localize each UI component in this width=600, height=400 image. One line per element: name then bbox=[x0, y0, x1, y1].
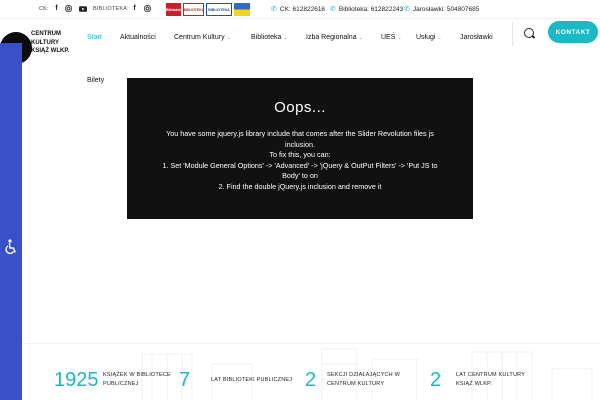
top-bar: CK: f BIBLIOTEKA: f Bibliotek BIBLIOTEKA… bbox=[0, 0, 600, 19]
chevron-down-icon: ⌄ bbox=[358, 34, 363, 41]
partner-logo[interactable]: BIBLIOTEKA bbox=[206, 3, 232, 16]
stats-section: 1925 KSIĄŻEK W BIBLIOTECE PUBLICZNEJ 7 L… bbox=[22, 343, 600, 400]
stat-number: 2 bbox=[430, 369, 442, 391]
phone-library[interactable]: ✆ Biblioteka: 612822243 bbox=[330, 5, 403, 14]
header: CENTRUM KULTURY KSIĄŻ WLKP. Start Aktual… bbox=[0, 19, 600, 69]
nav-item-uslugi[interactable]: Usługi ⌄ bbox=[416, 34, 442, 41]
chevron-down-icon: ⌄ bbox=[283, 34, 288, 41]
stat-label: LAT BIBLIOTEKI PUBLICZNEJ bbox=[211, 377, 293, 383]
ukraine-flag[interactable] bbox=[234, 3, 250, 16]
side-accent-bar bbox=[0, 43, 22, 400]
nav-item-centrum-kultury[interactable]: Centrum Kultury ⌄ bbox=[174, 34, 231, 41]
chevron-down-icon: ⌄ bbox=[226, 34, 231, 41]
page: CK: f BIBLIOTEKA: f Bibliotek BIBLIOTEKA… bbox=[0, 0, 600, 400]
youtube-icon[interactable] bbox=[78, 4, 87, 13]
accessibility-button[interactable] bbox=[0, 235, 22, 259]
chevron-down-icon: ⌄ bbox=[397, 34, 402, 41]
stat-label: SEKCJI DZIAŁAJĄCYCH W CENTRUM KULTURY bbox=[327, 372, 400, 387]
nav-item-izba-regionalna[interactable]: Izba Regionalna ⌄ bbox=[306, 34, 363, 41]
phone-ck[interactable]: ✆ CK: 612822616 bbox=[271, 5, 325, 14]
nav-item-ues[interactable]: UEŚ ⌄ bbox=[381, 34, 402, 41]
nav-item-bilety[interactable]: Bilety bbox=[87, 77, 104, 84]
phone-icon: ✆ bbox=[330, 6, 336, 13]
contact-button[interactable]: KONTAKT bbox=[548, 21, 598, 43]
nav-item-aktualnosci[interactable]: Aktualności bbox=[120, 34, 156, 41]
brand-name[interactable]: CENTRUM KULTURY KSIĄŻ WLKP. bbox=[31, 30, 69, 56]
nav-item-start[interactable]: Start bbox=[87, 34, 102, 41]
nav-item-jaroslawki[interactable]: Jarosławki bbox=[460, 34, 493, 41]
stat-number: 7 bbox=[179, 369, 191, 391]
phone-icon: ✆ bbox=[271, 6, 277, 13]
instagram-icon[interactable] bbox=[64, 4, 73, 13]
stat-label: LAT CENTRUM KULTURY KSIĄŻ WLKP. bbox=[456, 372, 526, 387]
ck-label: CK: bbox=[39, 6, 49, 12]
accessibility-icon bbox=[5, 239, 16, 254]
search-icon[interactable] bbox=[524, 28, 534, 38]
chevron-down-icon: ⌄ bbox=[437, 34, 442, 41]
phone-icon: ✆ bbox=[404, 6, 410, 13]
partner-logo[interactable]: BIBLIOTEKA bbox=[183, 3, 204, 16]
error-title: Oops... bbox=[274, 99, 326, 116]
nav-item-biblioteka[interactable]: Biblioteka ⌄ bbox=[251, 34, 288, 41]
phone-jaroslawki[interactable]: ✆ Jarosławki: 504807685 bbox=[404, 5, 479, 14]
library-label: BIBLIOTEKA: bbox=[93, 6, 129, 12]
stat-number: 1925 bbox=[54, 369, 99, 391]
facebook-icon[interactable]: f bbox=[130, 4, 139, 13]
stat-number: 2 bbox=[305, 369, 317, 391]
partner-logo[interactable]: Bibliotek bbox=[166, 3, 181, 16]
error-message: You have some jquery.js library include … bbox=[162, 129, 438, 191]
stat-label: KSIĄŻEK W BIBLIOTECE PUBLICZNEJ bbox=[103, 372, 171, 387]
slider-error-box: Oops... You have some jquery.js library … bbox=[127, 78, 473, 219]
facebook-icon[interactable]: f bbox=[52, 4, 61, 13]
nav-divider bbox=[512, 22, 513, 46]
instagram-icon[interactable] bbox=[143, 4, 152, 13]
